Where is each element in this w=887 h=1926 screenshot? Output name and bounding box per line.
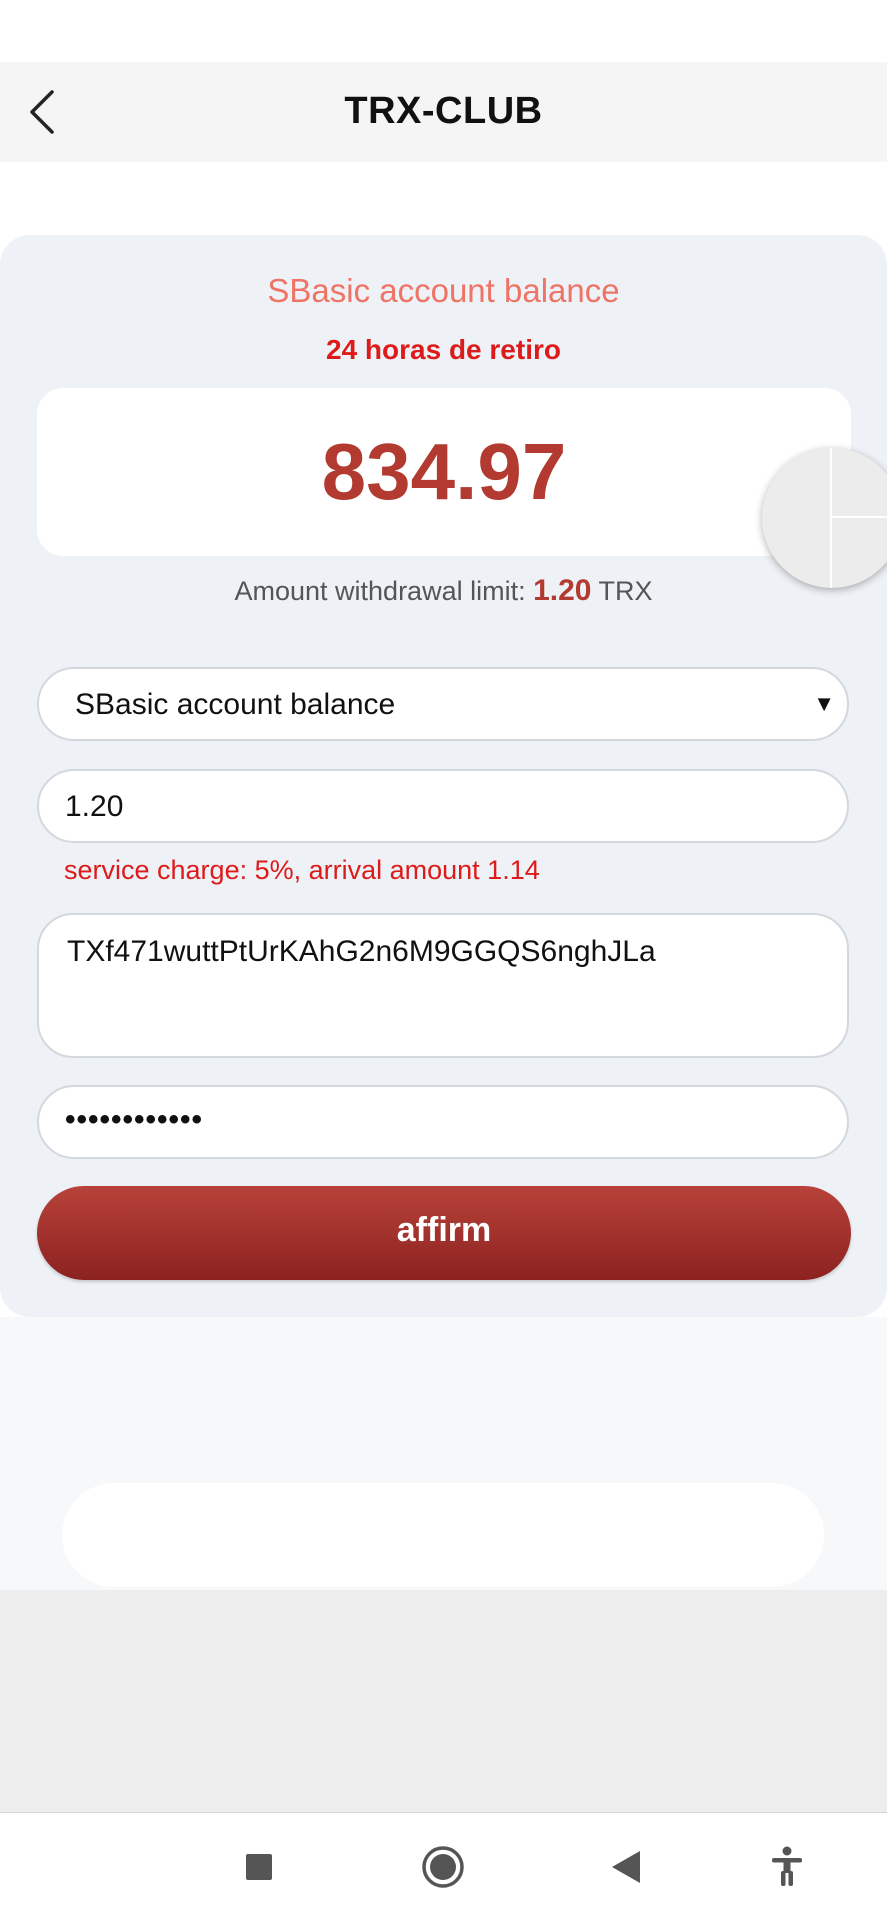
affirm-button[interactable]: affirm <box>37 1186 851 1280</box>
password-mask: •••••••••••• <box>65 1103 204 1136</box>
floating-button-divider <box>830 516 887 518</box>
amount-input[interactable]: 1.20 <box>37 769 849 843</box>
withdrawal-limit: Amount withdrawal limit: 1.20 TRX <box>0 574 887 608</box>
service-charge-note: service charge: 5%, arrival amount 1.14 <box>64 855 540 885</box>
recent-apps-button[interactable] <box>229 1813 289 1921</box>
stop-icon <box>246 1854 272 1880</box>
account-select-value: SBasic account balance <box>75 688 396 721</box>
home-circle-icon <box>422 1846 464 1888</box>
home-button[interactable] <box>413 1813 473 1921</box>
affirm-button-label: affirm <box>396 1211 492 1249</box>
dropdown-arrow-icon: ▼ <box>813 691 835 716</box>
status-bar <box>0 0 887 62</box>
account-select[interactable]: SBasic account balance ▼ <box>37 667 849 741</box>
back-triangle-icon <box>612 1851 640 1883</box>
accessibility-icon <box>772 1846 802 1886</box>
address-textarea[interactable]: TXf471wuttPtUrKAhG2n6M9GGQS6nghJLa <box>37 913 849 1058</box>
address-value: TXf471wuttPtUrKAhG2n6M9GGQS6nghJLa <box>67 935 656 968</box>
balance-box: 834.97 <box>37 388 851 556</box>
header: TRX-CLUB <box>0 62 887 162</box>
floating-button-divider <box>830 448 832 588</box>
bottom-gray-area <box>0 1590 887 1812</box>
limit-label: Amount withdrawal limit: <box>234 576 526 606</box>
limit-value: 1.20 <box>533 574 592 607</box>
password-input[interactable]: •••••••••••• <box>37 1085 849 1159</box>
system-nav-bar <box>0 1812 887 1921</box>
limit-unit: TRX <box>598 576 653 606</box>
amount-value: 1.20 <box>65 790 124 823</box>
card-title: SBasic account balance <box>267 272 620 309</box>
bottom-pill-bar <box>62 1483 824 1587</box>
page-title: TRX-CLUB <box>344 90 543 132</box>
back-nav-button[interactable] <box>596 1813 656 1921</box>
accessibility-button[interactable] <box>757 1813 817 1921</box>
balance-value: 834.97 <box>321 427 567 516</box>
card-subtitle: 24 horas de retiro <box>326 334 561 365</box>
